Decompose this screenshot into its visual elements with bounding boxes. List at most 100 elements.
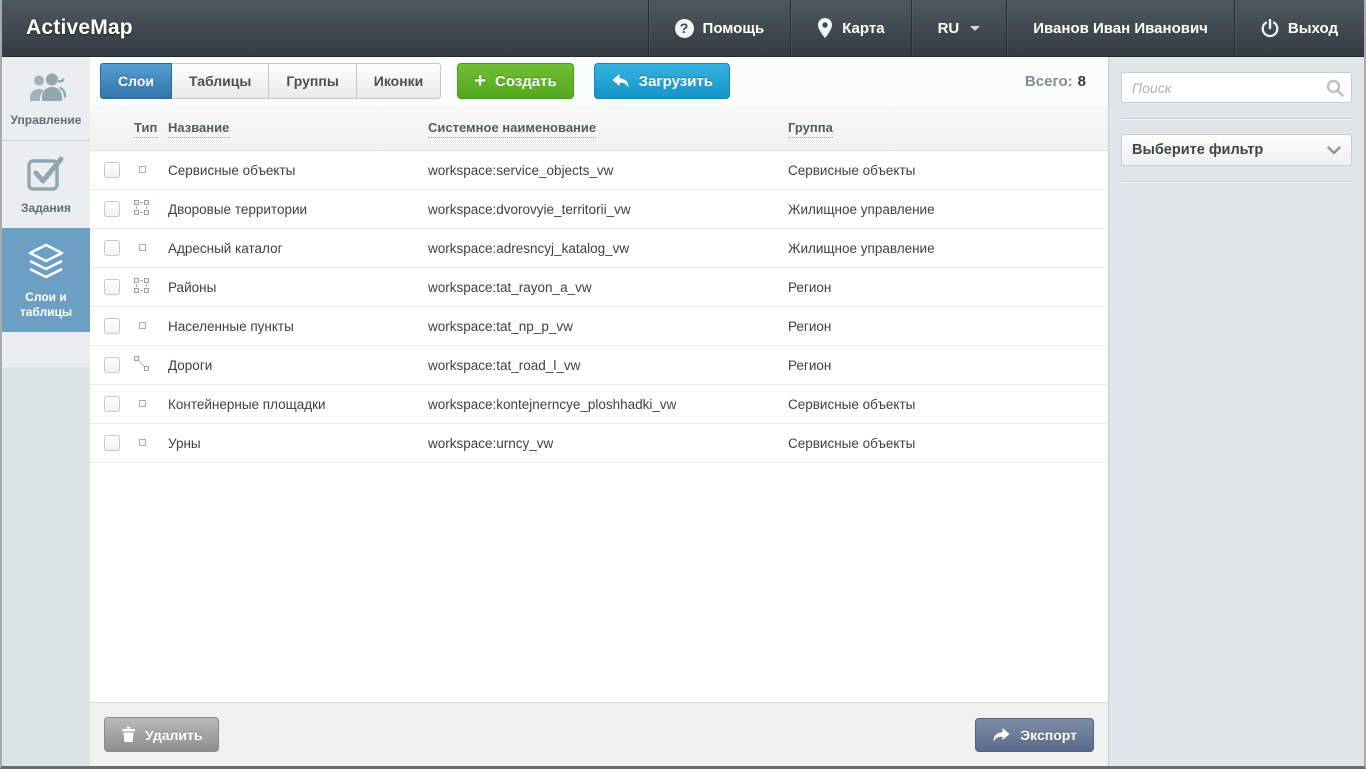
table-row[interactable]: Адресный каталог workspace:adresncyj_kat…	[90, 229, 1108, 268]
row-checkbox-cell	[90, 396, 134, 412]
point-layer-icon	[134, 161, 149, 176]
row-checkbox-cell	[90, 318, 134, 334]
map-pin-icon	[817, 18, 833, 38]
right-filter-panel: Выберите фильтр	[1109, 57, 1364, 766]
total-label: Всего:	[1025, 73, 1073, 90]
sidebar-item-label: Задания	[21, 201, 71, 215]
row-checkbox[interactable]	[104, 162, 120, 178]
name-cell: Районы	[168, 280, 428, 295]
row-checkbox[interactable]	[104, 318, 120, 334]
table-row[interactable]: Дворовые территории workspace:dvorovyie_…	[90, 190, 1108, 229]
column-header-type[interactable]: Тип	[134, 120, 168, 135]
type-cell	[134, 434, 168, 452]
type-cell	[134, 161, 168, 179]
row-checkbox[interactable]	[104, 240, 120, 256]
panel-divider	[1121, 118, 1352, 119]
column-header-system[interactable]: Системное наименование	[428, 120, 788, 135]
type-cell	[134, 278, 168, 296]
total-count: Всего:8	[1025, 73, 1092, 90]
polygon-layer-icon	[134, 200, 149, 215]
user-menu-item[interactable]: Иванов Иван Иванович	[1006, 0, 1234, 56]
column-header-name[interactable]: Название	[168, 120, 428, 135]
logout-menu-item[interactable]: Выход	[1234, 0, 1364, 56]
app-logo: ActiveMap	[2, 0, 157, 56]
group-cell: Сервисные объекты	[788, 397, 1108, 412]
row-checkbox-cell	[90, 201, 134, 217]
name-cell: Населенные пункты	[168, 319, 428, 334]
map-label: Карта	[842, 20, 884, 37]
filter-select[interactable]: Выберите фильтр	[1121, 134, 1352, 166]
point-layer-icon	[134, 239, 149, 254]
row-checkbox-cell	[90, 435, 134, 451]
tab-layers[interactable]: Слои	[100, 63, 172, 99]
row-checkbox-cell	[90, 357, 134, 373]
sidebar-item-management[interactable]: Управление	[2, 57, 90, 140]
check-task-icon	[26, 155, 66, 193]
action-footer: Удалить Экспорт	[90, 702, 1108, 766]
tab-groups[interactable]: Группы	[269, 63, 356, 99]
help-label: Помощь	[703, 20, 765, 37]
table-row[interactable]: Контейнерные площадки workspace:kontejne…	[90, 385, 1108, 424]
tab-icons[interactable]: Иконки	[357, 63, 442, 99]
sidebar-item-tasks[interactable]: Задания	[2, 140, 90, 228]
toolbar: Слои Таблицы Группы Иконки + Создать Заг…	[90, 57, 1108, 105]
export-button[interactable]: Экспорт	[975, 718, 1094, 752]
header-spacer	[157, 0, 648, 56]
layers-icon	[24, 242, 68, 282]
row-checkbox[interactable]	[104, 201, 120, 217]
export-label: Экспорт	[1020, 727, 1077, 743]
row-checkbox[interactable]	[104, 279, 120, 295]
table-row[interactable]: Районы workspace:tat_rayon_a_vw Регион	[90, 268, 1108, 307]
panel-divider	[1121, 181, 1352, 182]
system-cell: workspace:urncy_vw	[428, 436, 788, 451]
arrow-right-curve-icon	[992, 727, 1011, 743]
name-cell: Дороги	[168, 358, 428, 373]
group-cell: Регион	[788, 319, 1108, 334]
plus-icon: +	[474, 71, 486, 91]
table-row[interactable]: Населенные пункты workspace:tat_np_p_vw …	[90, 307, 1108, 346]
name-cell: Сервисные объекты	[168, 163, 428, 178]
users-icon	[23, 71, 69, 105]
search-input[interactable]	[1121, 72, 1352, 103]
delete-label: Удалить	[145, 727, 202, 743]
map-menu-item[interactable]: Карта	[790, 0, 910, 56]
row-checkbox-cell	[90, 279, 134, 295]
type-cell	[134, 239, 168, 257]
tab-tables[interactable]: Таблицы	[172, 63, 269, 99]
search-icon[interactable]	[1326, 79, 1344, 97]
table-row[interactable]: Дороги workspace:tat_road_l_vw Регион	[90, 346, 1108, 385]
system-cell: workspace:tat_road_l_vw	[428, 358, 788, 373]
system-cell: workspace:kontejnerncye_ploshhadki_vw	[428, 397, 788, 412]
row-checkbox[interactable]	[104, 435, 120, 451]
help-menu-item[interactable]: ? Помощь	[648, 0, 791, 56]
column-header-group[interactable]: Группа	[788, 120, 1108, 135]
row-checkbox[interactable]	[104, 396, 120, 412]
type-cell	[134, 200, 168, 218]
name-cell: Урны	[168, 436, 428, 451]
sidebar-item-label: Управление	[11, 113, 82, 127]
table-row[interactable]: Сервисные объекты workspace:service_obje…	[90, 151, 1108, 190]
language-switcher[interactable]: RU	[911, 0, 1007, 56]
upload-button[interactable]: Загрузить	[594, 63, 730, 99]
group-cell: Сервисные объекты	[788, 436, 1108, 451]
arrow-left-curve-icon	[611, 73, 630, 89]
table-row[interactable]: Урны workspace:urncy_vw Сервисные объект…	[90, 424, 1108, 463]
language-label: RU	[938, 20, 960, 37]
system-cell: workspace:service_objects_vw	[428, 163, 788, 178]
logout-label: Выход	[1288, 20, 1338, 37]
type-cell	[134, 356, 168, 374]
group-cell: Жилищное управление	[788, 202, 1108, 217]
system-cell: workspace:tat_np_p_vw	[428, 319, 788, 334]
group-cell: Регион	[788, 280, 1108, 295]
sidebar-item-layers-tables[interactable]: Слои и таблицы	[2, 228, 90, 332]
main-content: Слои Таблицы Группы Иконки + Создать Заг…	[90, 57, 1109, 766]
group-cell: Сервисные объекты	[788, 163, 1108, 178]
left-sidebar: Управление Задания Слои и таблицы	[2, 57, 90, 766]
create-button[interactable]: + Создать	[457, 63, 573, 99]
row-checkbox-cell	[90, 240, 134, 256]
row-checkbox[interactable]	[104, 357, 120, 373]
point-layer-icon	[134, 434, 149, 449]
user-name: Иванов Иван Иванович	[1033, 20, 1208, 37]
delete-button[interactable]: Удалить	[104, 717, 219, 752]
point-layer-icon	[134, 317, 149, 332]
